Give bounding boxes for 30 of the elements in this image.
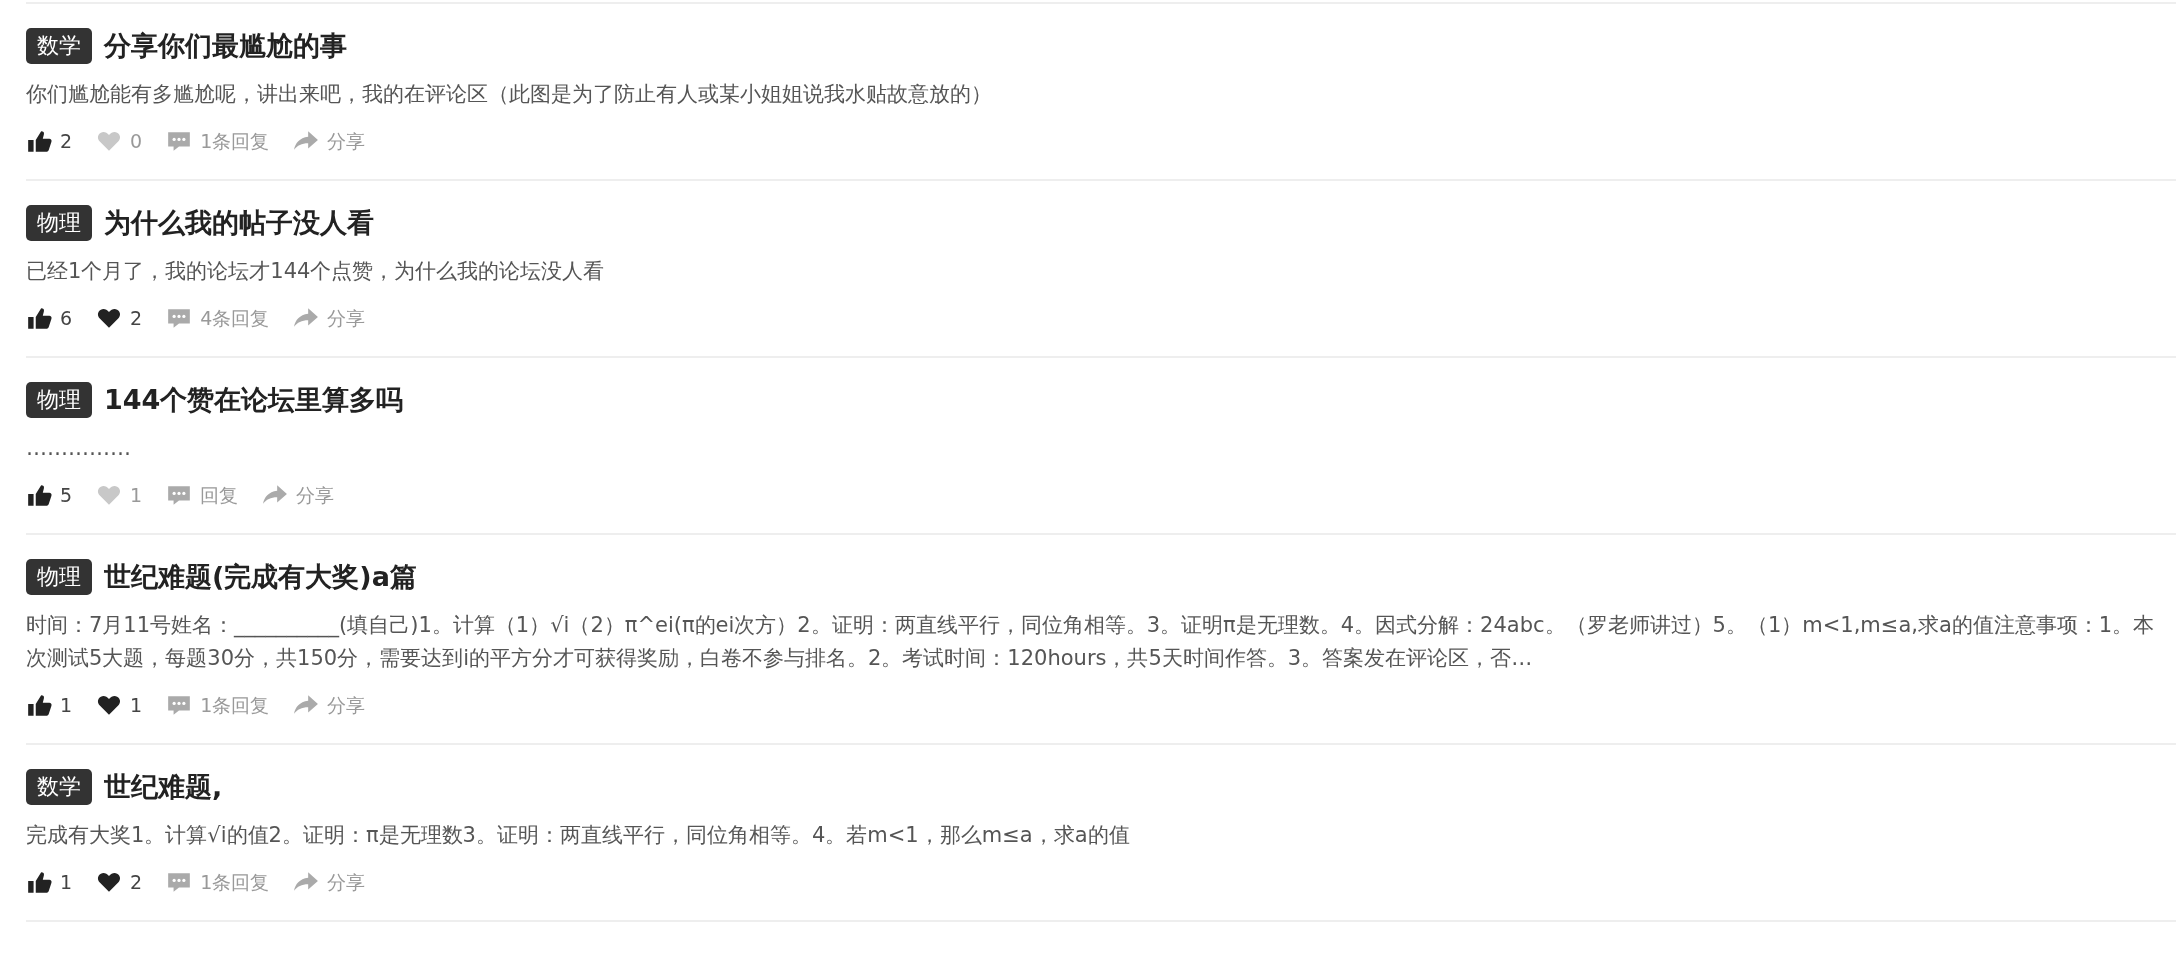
favorite-count: 2	[130, 870, 143, 895]
post-title[interactable]: 144个赞在论坛里算多吗	[104, 380, 404, 420]
post-title[interactable]: 世纪难题(完成有大奖)a篇	[104, 557, 417, 597]
like-count: 2	[60, 129, 73, 154]
post-excerpt: 你们尴尬能有多尴尬呢，讲出来吧，我的在评论区（此图是为了防止有人或某小姐姐说我水贴故意放的）	[26, 81, 993, 108]
post-excerpt: 完成有大奖1。计算√i的值2。证明：π是无理数3。证明：两直线平行，同位角相等。4。若m<1，那么m≤a，求a的值	[26, 822, 1131, 849]
post-excerpt: 已经1个月了，我的论坛才144个点赞，为什么我的论坛没人看	[26, 258, 606, 285]
post-excerpt: 时间：7月11号姓名：__________(填自己)1。计算（1）√i（2）π^ei(π的ei次方）2。证明：两直线平行，同位角相等。3。证明π是无理数。4。因式分解：24abc。（罗老师讲过）5。（1）m<1,m≤a,求a的值注意事项：1。本次测试5大题，每题30分，共150分，需要达到i的平方分才可获得奖励，白卷不参与排名。2。考试时间：120hours，共5天时间作答。3。答案发在评论区，否…	[26, 612, 2156, 672]
category-tag[interactable]: 物理	[26, 559, 92, 595]
post-title[interactable]: 为什么我的帖子没人看	[104, 203, 374, 243]
like-icon[interactable]	[26, 692, 52, 718]
like-icon[interactable]	[26, 482, 52, 508]
like-count: 5	[60, 483, 73, 508]
favorite-count: 0	[130, 129, 143, 154]
post-excerpt: ……………	[26, 435, 132, 462]
like-count: 1	[60, 693, 73, 718]
like-count: 6	[60, 306, 73, 331]
category-tag[interactable]: 数学	[26, 769, 92, 805]
post-title[interactable]: 世纪难题,	[104, 767, 223, 807]
favorite-count: 1	[130, 693, 143, 718]
like-count: 1	[60, 870, 73, 895]
favorite-count: 1	[130, 483, 143, 508]
favorite-count: 2	[130, 306, 143, 331]
category-tag[interactable]: 物理	[26, 205, 92, 241]
category-tag[interactable]: 物理	[26, 382, 92, 418]
like-icon[interactable]	[26, 305, 52, 331]
like-icon[interactable]	[26, 128, 52, 154]
post-title[interactable]: 分享你们最尴尬的事	[104, 26, 347, 66]
category-tag[interactable]: 数学	[26, 28, 92, 64]
like-icon[interactable]	[26, 869, 52, 895]
